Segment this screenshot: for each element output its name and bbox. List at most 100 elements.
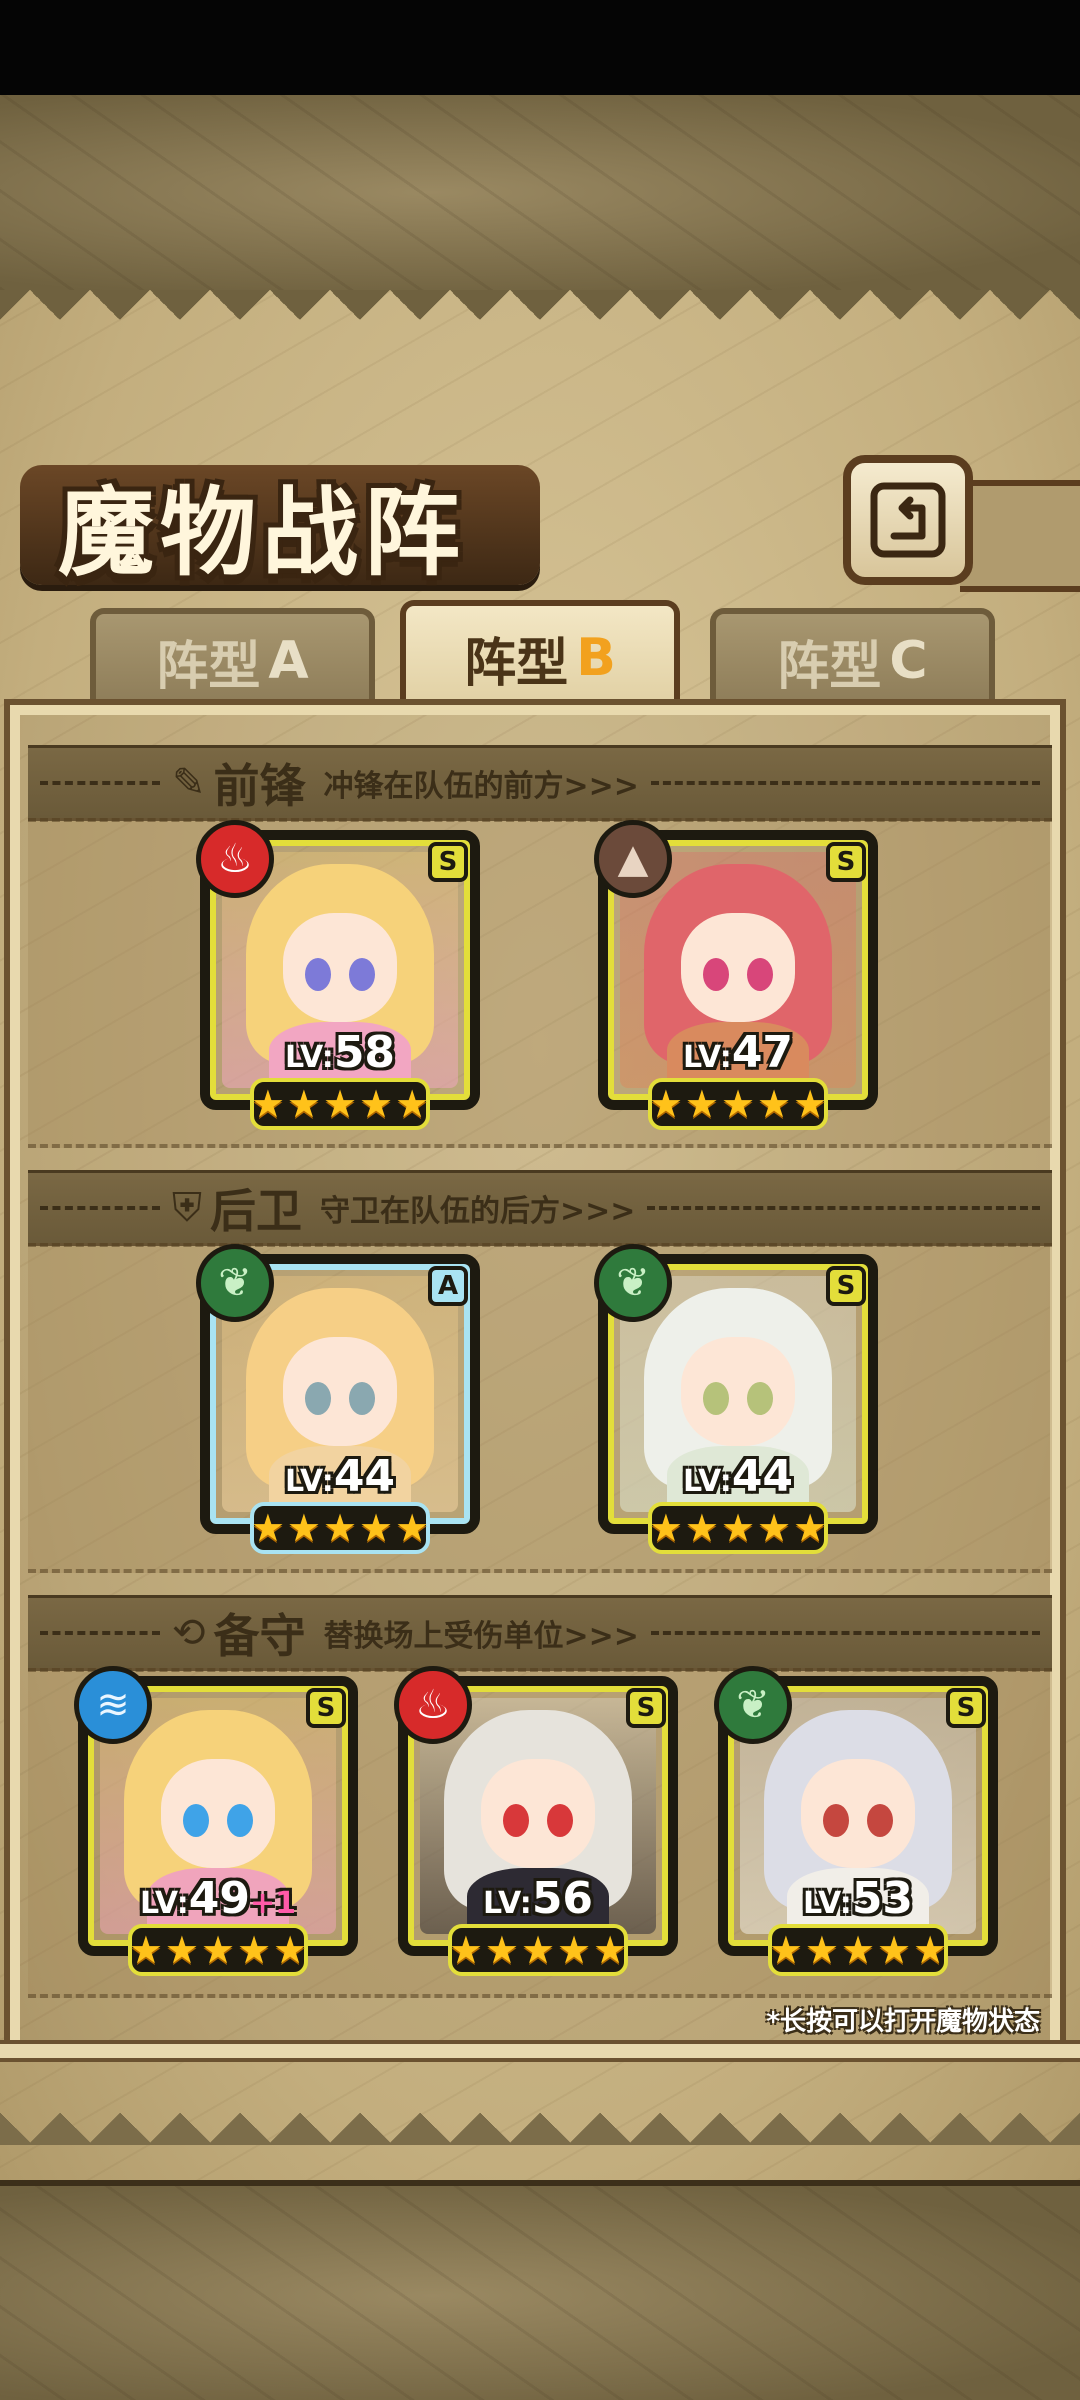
star-icon: ★ — [359, 1506, 394, 1550]
star-rating: ★ ★ ★ ★ ★ — [648, 1502, 828, 1554]
portrait-face — [283, 913, 397, 1022]
star-rating: ★ ★ ★ ★ ★ — [648, 1078, 828, 1130]
tab-formation-a[interactable]: 阵型 A — [90, 608, 375, 708]
level-label: LV:49+1 — [139, 1873, 297, 1924]
map-backdrop-bottom — [0, 2180, 1080, 2400]
tab-letter: A — [268, 631, 309, 691]
star-icon: ★ — [250, 1082, 285, 1126]
section-header-reserve: ⟲ 备守 替换场上受伤单位>>> — [28, 1595, 1052, 1671]
monster-card[interactable]: S ♨ LV:56 ★ ★ ★ ★ ★ — [394, 1666, 678, 1976]
rank-badge: S — [428, 842, 468, 882]
vanguard-row — [28, 818, 1052, 1148]
status-bar — [0, 0, 1080, 95]
star-icon: ★ — [684, 1082, 719, 1126]
star-icon: ★ — [648, 1082, 683, 1126]
rank-badge: S — [306, 1688, 346, 1728]
star-icon: ★ — [484, 1928, 519, 1972]
portrait-face — [283, 1337, 397, 1446]
star-icon: ★ — [793, 1506, 828, 1550]
monster-card[interactable]: S ❦ LV:44 ★ ★ ★ ★ ★ — [594, 1244, 878, 1554]
back-rail — [960, 480, 1080, 592]
page-title: 魔物战阵 — [58, 476, 466, 589]
monster-card[interactable]: S ♨ LV:58 ★ ★ ★ ★ ★ — [196, 820, 480, 1130]
star-icon: ★ — [200, 1928, 236, 1972]
leaf-icon: ❦ — [196, 1244, 274, 1322]
star-icon: ★ — [286, 1082, 321, 1126]
star-icon: ★ — [648, 1506, 683, 1550]
star-icon: ★ — [720, 1506, 756, 1550]
star-icon: ★ — [128, 1928, 163, 1972]
portrait-eye — [702, 1382, 729, 1416]
portrait-face — [481, 1759, 595, 1868]
rank-badge: S — [626, 1688, 666, 1728]
tab-label: 阵型 — [777, 636, 882, 697]
level-value: 56 — [531, 1873, 594, 1924]
tab-letter: B — [576, 628, 616, 688]
star-icon: ★ — [804, 1928, 839, 1972]
monster-card[interactable]: S ❦ LV:53 ★ ★ ★ ★ ★ — [714, 1666, 998, 1976]
star-icon: ★ — [359, 1082, 394, 1126]
fire-icon: ♨ — [394, 1666, 472, 1744]
rank-badge: A — [428, 1266, 468, 1306]
monster-card[interactable]: S ≋ LV:49+1 ★ ★ ★ ★ ★ — [74, 1666, 358, 1976]
section-desc: 守卫在队伍的后方>>> — [320, 1194, 636, 1229]
star-icon: ★ — [757, 1082, 792, 1126]
back-button[interactable] — [843, 455, 973, 585]
star-icon: ★ — [793, 1082, 828, 1126]
portrait-face — [681, 1337, 795, 1446]
monster-card[interactable]: A ❦ LV:44 ★ ★ ★ ★ ★ — [196, 1244, 480, 1554]
star-icon: ★ — [395, 1082, 430, 1126]
portrait-face — [801, 1759, 915, 1868]
level-label: LV:53 — [802, 1873, 914, 1924]
mountain-icon: ▲ — [594, 820, 672, 898]
section-header-rearguard: ⛨ 后卫 守卫在队伍的后方>>> — [28, 1170, 1052, 1246]
sword-icon: ✎ — [172, 760, 206, 806]
leaf-icon: ❦ — [714, 1666, 792, 1744]
map-backdrop-top — [0, 95, 1080, 296]
section-desc: 替换场上受伤单位>>> — [323, 1619, 639, 1654]
portrait-face — [161, 1759, 275, 1868]
level-label: LV:58 — [284, 1027, 396, 1078]
long-press-hint: *长按可以打开魔物状态 — [766, 2007, 1040, 2037]
game-screen: 魔物战阵 阵型 A 阵型 B 阵型 C ✎ 前锋 冲锋在队伍的前方>>> ⛨ 后卫 守… — [0, 0, 1080, 2400]
section-name: 前锋 — [213, 759, 306, 813]
level-value: 44 — [731, 1451, 794, 1502]
tab-formation-b[interactable]: 阵型 B — [400, 600, 680, 710]
level-value: 44 — [333, 1451, 396, 1502]
rank-badge: S — [826, 842, 866, 882]
star-icon: ★ — [237, 1928, 272, 1972]
star-icon: ★ — [593, 1928, 628, 1972]
section-name: 后卫 — [210, 1184, 302, 1238]
star-icon: ★ — [840, 1928, 876, 1972]
star-icon: ★ — [250, 1506, 285, 1550]
star-icon: ★ — [913, 1928, 948, 1972]
level-bonus: +1 — [250, 1886, 297, 1921]
tab-formation-c[interactable]: 阵型 C — [710, 608, 995, 708]
star-icon: ★ — [520, 1928, 556, 1972]
star-rating: ★ ★ ★ ★ ★ — [448, 1924, 628, 1976]
star-rating: ★ ★ ★ ★ ★ — [128, 1924, 308, 1976]
shield-icon: ⛨ — [172, 1185, 202, 1231]
leaf-icon: ❦ — [594, 1244, 672, 1322]
star-icon: ★ — [322, 1082, 358, 1126]
rearguard-row — [28, 1243, 1052, 1573]
star-icon: ★ — [286, 1506, 321, 1550]
portrait-eye — [304, 1382, 331, 1416]
portrait-eye — [702, 958, 729, 992]
zigzag-border-top — [0, 290, 1080, 350]
star-icon: ★ — [322, 1506, 358, 1550]
star-icon: ★ — [684, 1506, 719, 1550]
rank-badge: S — [826, 1266, 866, 1306]
star-rating: ★ ★ ★ ★ ★ — [250, 1078, 430, 1130]
level-value: 58 — [333, 1027, 396, 1078]
level-label: LV:44 — [284, 1451, 396, 1502]
star-icon: ★ — [720, 1082, 756, 1126]
section-name: 备守 — [213, 1609, 306, 1663]
portrait-eye — [502, 1804, 529, 1838]
level-value: 47 — [731, 1027, 794, 1078]
star-icon: ★ — [557, 1928, 592, 1972]
monster-card[interactable]: S ▲ LV:47 ★ ★ ★ ★ ★ — [594, 820, 878, 1130]
star-rating: ★ ★ ★ ★ ★ — [250, 1502, 430, 1554]
star-icon: ★ — [448, 1928, 483, 1972]
star-icon: ★ — [395, 1506, 430, 1550]
